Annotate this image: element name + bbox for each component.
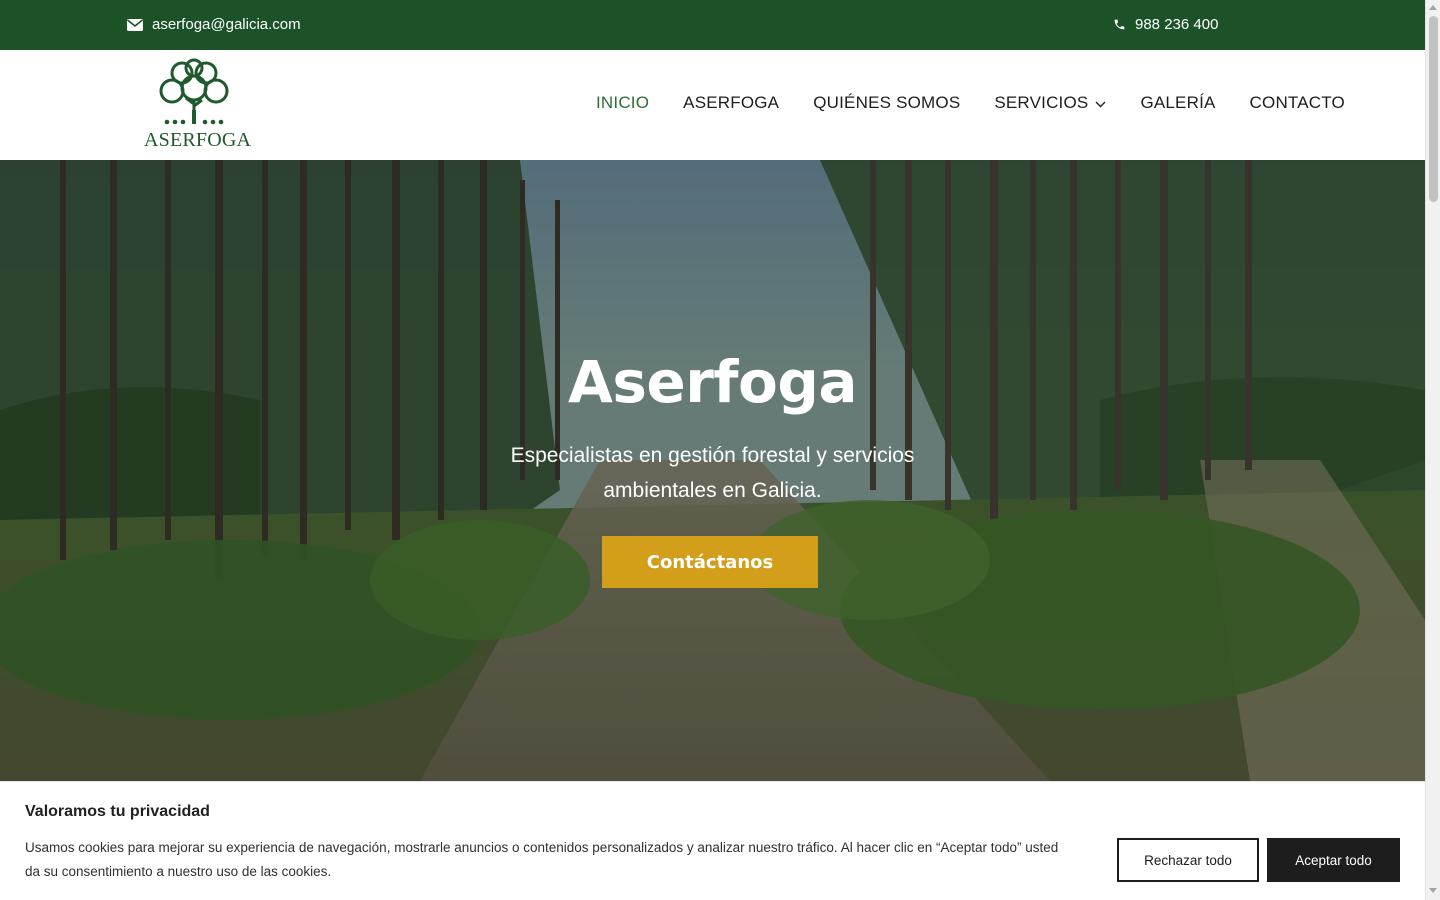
scroll-down-icon[interactable]	[1429, 888, 1437, 893]
nav-label: GALERÍA	[1140, 93, 1216, 112]
nav-item-galeria[interactable]: GALERÍA	[1140, 93, 1215, 113]
cookie-consent-banner: Valoramos tu privacidad Usamos cookies p…	[0, 781, 1425, 900]
nav-label: CONTACTO	[1249, 93, 1345, 112]
cookie-title: Valoramos tu privacidad	[25, 803, 210, 820]
hero-subtitle: Especialistas en gestión forestal y serv…	[510, 444, 915, 502]
hero-banner: Aserfoga Especialistas en gestión forest…	[0, 160, 1425, 781]
site-header: ASERFOGA INICIO ASERFOGA QUIÉNES SOMOS S…	[0, 50, 1425, 160]
nav-item-quienes-somos[interactable]: QUIÉNES SOMOS	[813, 93, 960, 113]
chevron-down-icon	[1095, 93, 1106, 113]
accept-all-button[interactable]: Aceptar todo	[1267, 838, 1400, 882]
top-contact-bar: aserfoga@galicia.com 988 236 400	[0, 0, 1425, 50]
cookie-text: Usamos cookies para mejorar su experienc…	[25, 840, 1059, 879]
nav-label: SERVICIOS	[994, 93, 1089, 112]
nav-item-inicio[interactable]: INICIO	[596, 93, 649, 113]
contact-cta-button[interactable]: Contáctanos	[602, 536, 818, 588]
nav-label: ASERFOGA	[683, 93, 780, 112]
phone-link[interactable]: 988 236 400	[1113, 16, 1218, 33]
scroll-up-icon[interactable]	[1429, 5, 1437, 10]
phone-icon	[1113, 18, 1126, 31]
main-nav: INICIO ASERFOGA QUIÉNES SOMOS SERVICIOS …	[596, 93, 1345, 113]
page-scrollbar[interactable]	[1425, 0, 1440, 900]
hero-title: Aserfoga	[567, 348, 858, 416]
nav-label: QUIÉNES SOMOS	[813, 93, 961, 112]
phone-text: 988 236 400	[1135, 16, 1219, 33]
nav-item-aserfoga[interactable]: ASERFOGA	[683, 93, 779, 113]
nav-item-contacto[interactable]: CONTACTO	[1250, 93, 1345, 113]
nav-item-servicios[interactable]: SERVICIOS	[994, 93, 1106, 113]
envelope-icon	[127, 18, 143, 31]
scrollbar-thumb[interactable]	[1429, 16, 1438, 202]
logo-wordmark: ASERFOGA	[144, 129, 252, 151]
reject-all-button[interactable]: Rechazar todo	[1117, 838, 1259, 882]
nav-label: INICIO	[596, 93, 650, 112]
email-text: aserfoga@galicia.com	[152, 16, 301, 33]
email-link[interactable]: aserfoga@galicia.com	[127, 16, 301, 33]
